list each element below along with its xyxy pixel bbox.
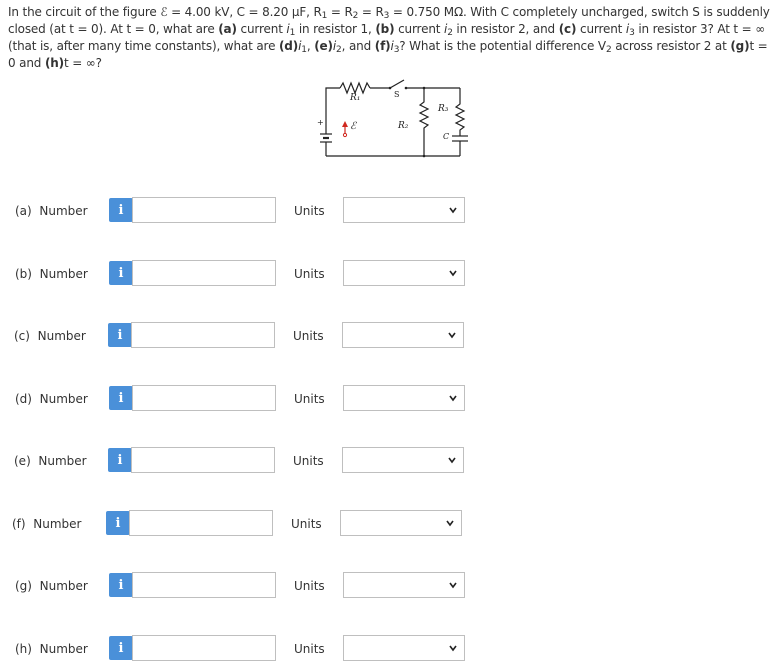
answer-row: (g) Number i Units — [0, 572, 780, 602]
info-button[interactable]: i — [109, 386, 133, 410]
capacitor-label: C — [443, 132, 450, 141]
units-select[interactable] — [340, 510, 462, 536]
emf-label: ℰ — [350, 121, 357, 132]
part-label: (b) Number — [15, 267, 88, 281]
part-label: (a) Number — [15, 204, 88, 218]
number-input[interactable] — [129, 510, 273, 536]
answer-row: (b) Number i Units — [0, 260, 780, 290]
info-button[interactable]: i — [109, 261, 133, 285]
answer-row: (h) Number i Units — [0, 635, 780, 665]
units-label: Units — [294, 579, 325, 593]
units-label: Units — [291, 517, 322, 531]
info-icon: i — [117, 327, 123, 343]
info-button[interactable]: i — [108, 323, 132, 347]
info-icon: i — [118, 640, 124, 656]
info-icon: i — [118, 265, 124, 281]
part-label: (d) Number — [15, 392, 88, 406]
question-text: In the circuit of the figure ℰ = 4.00 kV… — [8, 5, 770, 70]
units-select[interactable] — [343, 572, 465, 598]
info-icon: i — [117, 452, 123, 468]
part-label: (h) Number — [15, 642, 88, 656]
switch-label: S — [394, 90, 400, 99]
answer-row: (c) Number i Units — [0, 322, 780, 352]
info-icon: i — [115, 515, 121, 531]
part-label: (c) Number — [14, 329, 86, 343]
number-input[interactable] — [132, 635, 276, 661]
info-icon: i — [118, 390, 124, 406]
chevron-down-icon — [449, 395, 457, 402]
chevron-down-icon — [448, 457, 456, 464]
chevron-down-icon — [449, 207, 457, 214]
number-input[interactable] — [132, 572, 276, 598]
info-icon: i — [118, 202, 124, 218]
number-input[interactable] — [131, 322, 275, 348]
info-button[interactable]: i — [109, 573, 133, 597]
battery-plus-label: + — [317, 118, 324, 127]
r3-label: R₃ — [438, 104, 449, 114]
answer-row: (d) Number i Units — [0, 385, 780, 415]
number-input[interactable] — [132, 197, 276, 223]
r2-label: R₂ — [398, 121, 409, 131]
info-icon: i — [118, 577, 124, 593]
units-label: Units — [293, 329, 324, 343]
part-label: (f) Number — [12, 517, 82, 531]
part-label: (g) Number — [15, 579, 88, 593]
chevron-down-icon — [449, 270, 457, 277]
answer-row: (f) Number i Units — [0, 510, 780, 540]
units-label: Units — [294, 267, 325, 281]
number-input[interactable] — [132, 385, 276, 411]
units-select[interactable] — [342, 447, 464, 473]
r1-label: R₁ — [350, 93, 361, 103]
units-label: Units — [294, 204, 325, 218]
info-button[interactable]: i — [109, 198, 133, 222]
circuit-diagram — [320, 79, 468, 158]
units-label: Units — [294, 642, 325, 656]
answer-row: (a) Number i Units — [0, 197, 780, 227]
units-select[interactable] — [343, 197, 465, 223]
number-input[interactable] — [132, 260, 276, 286]
units-select[interactable] — [343, 260, 465, 286]
answer-row: (e) Number i Units — [0, 447, 780, 477]
units-select[interactable] — [342, 322, 464, 348]
chevron-down-icon — [449, 582, 457, 589]
units-label: Units — [294, 392, 325, 406]
info-button[interactable]: i — [106, 511, 130, 535]
info-button[interactable]: i — [108, 448, 132, 472]
part-label: (e) Number — [14, 454, 87, 468]
circuit-figure: R₁ S R₃ R₂ C ℰ + — [312, 74, 476, 160]
units-select[interactable] — [343, 635, 465, 661]
units-select[interactable] — [343, 385, 465, 411]
number-input[interactable] — [131, 447, 275, 473]
units-label: Units — [293, 454, 324, 468]
chevron-down-icon — [449, 645, 457, 652]
info-button[interactable]: i — [109, 636, 133, 660]
chevron-down-icon — [446, 520, 454, 527]
chevron-down-icon — [448, 332, 456, 339]
